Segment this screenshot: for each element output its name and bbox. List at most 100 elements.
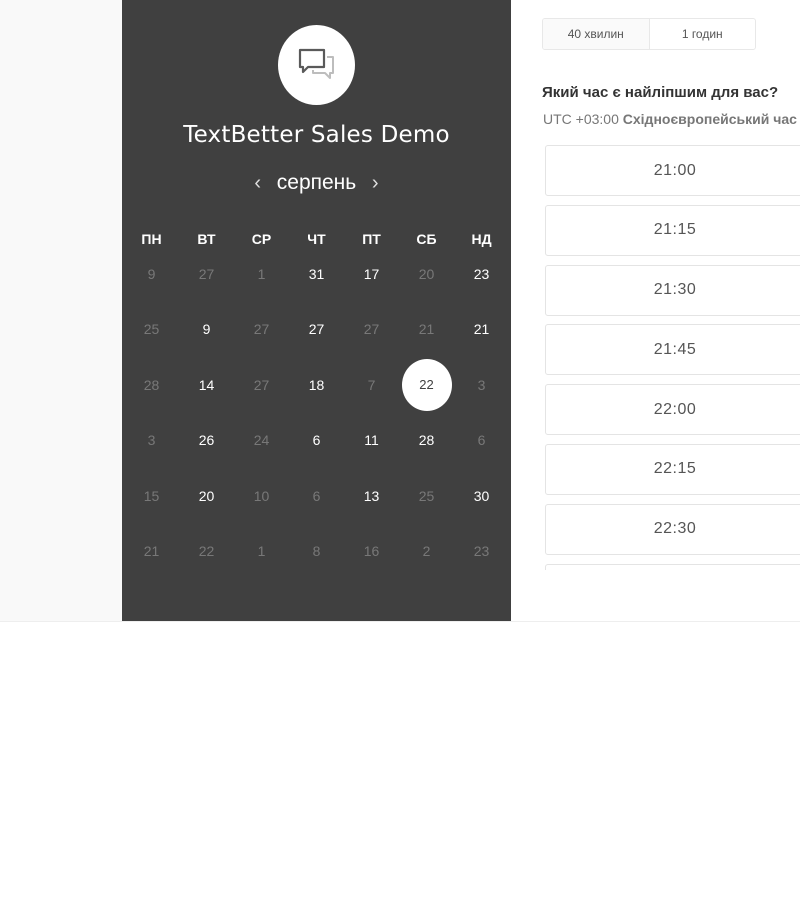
calendar-day-number: 8 — [312, 543, 321, 560]
calendar-day: 7 — [344, 357, 399, 413]
calendar-day-number: 23 — [473, 265, 490, 282]
calendar-day-number: 16 — [363, 543, 380, 560]
calendar-day-number: 27 — [363, 321, 380, 338]
calendar-day[interactable]: 9 — [179, 302, 234, 358]
calendar-day: 2 — [399, 524, 454, 580]
time-selection-panel: 40 хвилин 1 годин Який час є найліпшим д… — [511, 0, 800, 621]
calendar-day-number: 13 — [363, 487, 380, 504]
calendar-day-number: 28 — [418, 432, 435, 449]
calendar-day[interactable]: 13 — [344, 468, 399, 524]
calendar-day-number: 6 — [312, 487, 321, 504]
calendar-day: 21 — [399, 302, 454, 358]
next-month-button[interactable]: › — [356, 169, 394, 197]
time-slot-button[interactable]: 22:00 — [545, 384, 800, 436]
calendar-day-number: 10 — [253, 487, 270, 504]
page-background-left — [0, 0, 122, 621]
calendar-day: 22 — [179, 524, 234, 580]
calendar-day[interactable]: 20 — [179, 468, 234, 524]
time-slot-button[interactable]: 21:15 — [545, 204, 800, 256]
calendar-day: 25 — [124, 302, 179, 358]
calendar-day: 16 — [344, 524, 399, 580]
calendar-day-number: 11 — [364, 432, 379, 449]
time-slot-button-partial[interactable] — [545, 563, 800, 570]
timezone-name: Східноєвропейський час — [622, 111, 797, 127]
calendar-day: 20 — [399, 246, 454, 302]
calendar-day-number: 9 — [202, 321, 211, 338]
calendar-day-number: 31 — [308, 265, 325, 282]
calendar-day-number: 17 — [363, 265, 380, 282]
calendar-day: 10 — [234, 468, 289, 524]
calendar-day-number: 27 — [308, 321, 325, 338]
calendar-day: 25 — [399, 468, 454, 524]
calendar-day[interactable]: 17 — [344, 246, 399, 302]
timezone-label[interactable]: UTC +03:00 Східноєвропейський час — [543, 111, 797, 127]
calendar-day-number: 20 — [198, 487, 215, 504]
calendar-day: 3 — [454, 357, 509, 413]
calendar-day: 9 — [124, 246, 179, 302]
time-slot-button[interactable]: 21:45 — [545, 324, 800, 376]
calendar-day: 6 — [454, 413, 509, 469]
calendar-day[interactable]: 27 — [289, 302, 344, 358]
calendar-day: 6 — [289, 468, 344, 524]
calendar-day: 27 — [234, 357, 289, 413]
calendar-day[interactable]: 6 — [289, 413, 344, 469]
calendar-day-number: 21 — [143, 543, 160, 560]
calendar-day-number: 7 — [367, 376, 376, 393]
duration-option[interactable]: 40 хвилин — [543, 19, 650, 49]
calendar-day-number: 22 — [401, 358, 452, 411]
time-slot-list: 21:00 21:15 21:30 21:45 22:00 22:15 22:30 — [545, 145, 800, 570]
calendar-day-number: 1 — [257, 265, 266, 282]
calendar-day-number: 21 — [473, 321, 490, 338]
calendar-day: 1 — [234, 524, 289, 580]
footer-divider — [0, 621, 800, 622]
calendar-day-number: 23 — [473, 543, 490, 560]
calendar-day-number: 14 — [198, 376, 215, 393]
chat-bubbles-icon — [298, 48, 334, 79]
event-title: TextBetter Sales Demo — [183, 122, 450, 148]
calendar-day[interactable]: 26 — [179, 413, 234, 469]
time-slot-button[interactable]: 21:30 — [545, 264, 800, 316]
calendar-day-number: 9 — [147, 265, 156, 282]
calendar-day[interactable]: 11 — [344, 413, 399, 469]
duration-option[interactable]: 1 годин — [650, 19, 756, 49]
timezone-offset: UTC +03:00 — [543, 111, 619, 127]
calendar-day[interactable]: 30 — [454, 468, 509, 524]
time-slot-button[interactable]: 21:00 — [545, 145, 800, 196]
calendar-day-number: 30 — [473, 487, 490, 504]
calendar-day-number: 18 — [308, 376, 325, 393]
calendar-day[interactable]: 18 — [289, 357, 344, 413]
calendar-day[interactable]: 23 — [454, 246, 509, 302]
calendar-day-number: 22 — [198, 543, 215, 560]
calendar-day: 27 — [234, 302, 289, 358]
calendar-day-number: 3 — [477, 376, 486, 393]
calendar-day-number: 6 — [477, 432, 486, 449]
calendar-day-selected[interactable]: 22 — [399, 357, 454, 413]
calendar-day: 27 — [179, 246, 234, 302]
calendar-day-grid: 9 27 1 31 17 20 23 25 9 27 27 27 21 21 28 14 27 18 7 22 3 3 26… — [124, 246, 509, 579]
calendar-day-number: 28 — [143, 376, 160, 393]
month-navigation: ‹ серпень › — [122, 168, 511, 198]
calendar-day-number: 15 — [143, 487, 160, 504]
calendar-day-number: 1 — [257, 543, 266, 560]
calendar-day: 27 — [344, 302, 399, 358]
calendar-day[interactable]: 14 — [179, 357, 234, 413]
calendar-day-number: 27 — [253, 376, 270, 393]
calendar-day-number: 25 — [143, 321, 160, 338]
calendar-day-number: 26 — [198, 432, 215, 449]
calendar-day: 21 — [124, 524, 179, 580]
calendar-day-number: 2 — [422, 543, 431, 560]
time-slot-button[interactable]: 22:30 — [545, 503, 800, 555]
calendar-panel: TextBetter Sales Demo ‹ серпень › ПН ВТ … — [122, 0, 511, 621]
calendar-day[interactable]: 21 — [454, 302, 509, 358]
event-logo — [278, 25, 355, 105]
calendar-day-number: 20 — [418, 265, 435, 282]
calendar-day-number: 25 — [418, 487, 435, 504]
prev-month-button[interactable]: ‹ — [239, 169, 277, 197]
month-label: серпень — [276, 171, 357, 194]
calendar-day-number: 3 — [147, 432, 156, 449]
calendar-day-number: 27 — [253, 321, 270, 338]
calendar-day[interactable]: 28 — [399, 413, 454, 469]
calendar-day[interactable]: 31 — [289, 246, 344, 302]
calendar-day-number: 27 — [198, 265, 215, 282]
time-slot-button[interactable]: 22:15 — [545, 443, 800, 495]
